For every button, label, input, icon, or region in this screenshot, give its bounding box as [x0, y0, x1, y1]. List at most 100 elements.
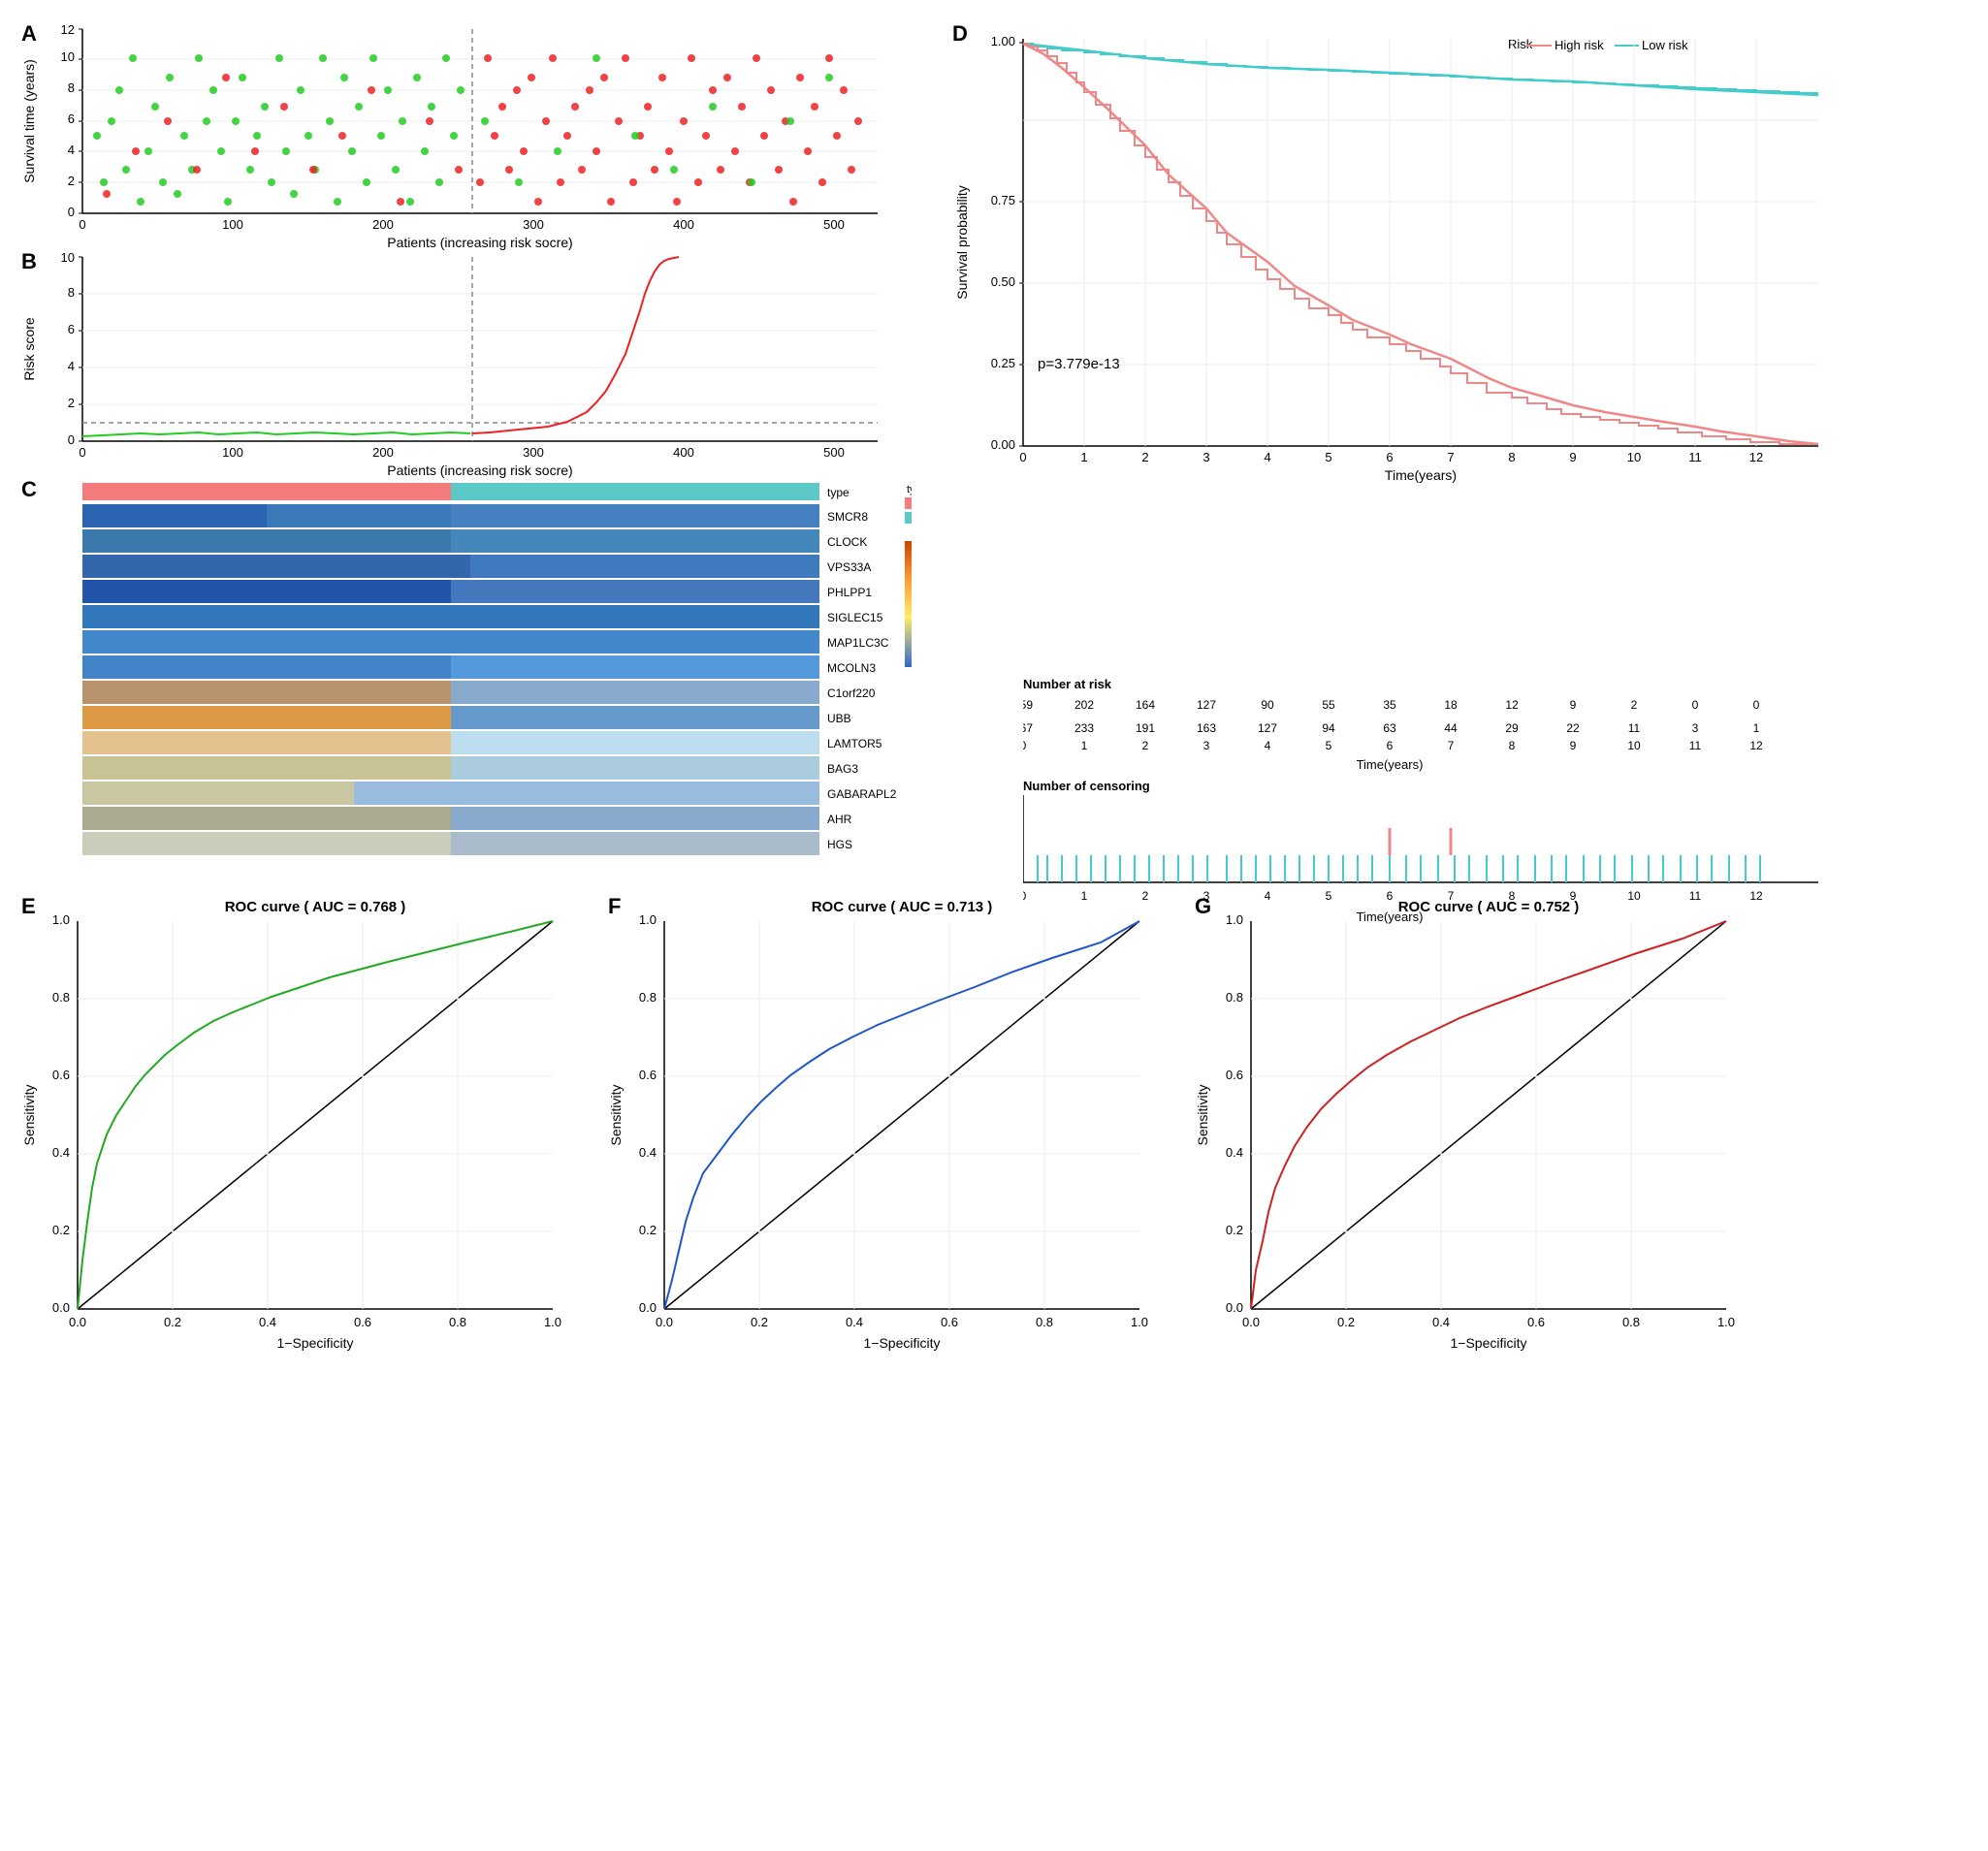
svg-text:0.2: 0.2 — [751, 1315, 768, 1329]
svg-text:94: 94 — [1322, 721, 1335, 735]
svg-text:8: 8 — [68, 285, 75, 300]
svg-text:10: 10 — [1627, 450, 1641, 464]
svg-text:Number of censoring: Number of censoring — [1023, 779, 1150, 793]
svg-text:7: 7 — [1448, 889, 1455, 903]
svg-text:9: 9 — [1570, 698, 1577, 712]
svg-text:0.2: 0.2 — [164, 1315, 181, 1329]
svg-text:400: 400 — [673, 217, 694, 232]
svg-text:2: 2 — [68, 396, 75, 410]
svg-text:4: 4 — [1265, 739, 1271, 752]
svg-text:0.4: 0.4 — [1226, 1145, 1243, 1160]
svg-text:0.4: 0.4 — [1432, 1315, 1450, 1329]
svg-text:8: 8 — [1509, 889, 1516, 903]
panel-d: D Risk High risk Low risk — [950, 19, 1872, 936]
svg-text:6: 6 — [68, 112, 75, 126]
svg-text:1.0: 1.0 — [639, 912, 657, 927]
panel-b-chart: 0 2 4 6 8 10 0 100 200 300 — [19, 247, 912, 480]
svg-text:500: 500 — [823, 217, 845, 232]
svg-text:202: 202 — [1074, 698, 1094, 712]
svg-text:127: 127 — [1197, 698, 1216, 712]
svg-text:0: 0 — [1692, 698, 1699, 712]
svg-text:MAP1LC3C: MAP1LC3C — [827, 636, 889, 650]
svg-text:200: 200 — [372, 445, 394, 460]
panel-c: C — [19, 475, 912, 882]
censoring-plot: Number of censoring 0 1 2 3 n.censor — [950, 776, 1872, 936]
svg-text:2: 2 — [1631, 698, 1638, 712]
svg-text:1−Specificity: 1−Specificity — [864, 1335, 941, 1351]
svg-text:0.0: 0.0 — [1226, 1300, 1243, 1315]
svg-text:0.4: 0.4 — [639, 1145, 657, 1160]
svg-text:0.8: 0.8 — [1226, 990, 1243, 1005]
svg-text:0.6: 0.6 — [1226, 1068, 1243, 1082]
svg-text:p=3.779e-13: p=3.779e-13 — [1038, 356, 1120, 372]
panel-d-label: D — [952, 21, 968, 47]
svg-text:200: 200 — [372, 217, 394, 232]
svg-text:4: 4 — [68, 143, 75, 157]
svg-text:Low risk: Low risk — [1642, 38, 1688, 52]
svg-text:0.4: 0.4 — [52, 1145, 70, 1160]
svg-text:0.8: 0.8 — [639, 990, 657, 1005]
svg-text:0.6: 0.6 — [354, 1315, 371, 1329]
svg-text:11: 11 — [1688, 450, 1702, 464]
panel-e-label: E — [21, 894, 36, 919]
svg-text:5: 5 — [1326, 889, 1332, 903]
risk-table: Number at risk 259 259 202 164 127 90 55… — [1023, 674, 1896, 776]
svg-text:4: 4 — [68, 359, 75, 373]
panel-a: A 0 2 4 6 8 — [19, 19, 912, 252]
svg-text:100: 100 — [222, 445, 243, 460]
svg-text:12: 12 — [1505, 698, 1519, 712]
svg-text:0.75: 0.75 — [991, 193, 1015, 207]
svg-text:3: 3 — [1203, 739, 1210, 752]
svg-text:Survival probability: Survival probability — [954, 185, 970, 300]
panel-d-km: Risk High risk Low risk — [950, 19, 1872, 679]
panel-f: F ROC curve ( AUC = 0.713 ) — [606, 892, 1188, 1357]
svg-text:300: 300 — [523, 445, 544, 460]
svg-text:5: 5 — [1325, 450, 1331, 464]
panel-c-label: C — [21, 477, 37, 502]
svg-text:Number at risk: Number at risk — [1023, 677, 1112, 691]
svg-text:6: 6 — [1387, 889, 1394, 903]
svg-text:1: 1 — [1080, 450, 1087, 464]
svg-text:C1orf220: C1orf220 — [827, 686, 876, 700]
svg-text:CLOCK: CLOCK — [827, 535, 867, 549]
svg-text:3: 3 — [1692, 721, 1699, 735]
svg-text:500: 500 — [823, 445, 845, 460]
svg-text:0: 0 — [79, 217, 85, 232]
svg-text:12: 12 — [1749, 450, 1763, 464]
svg-text:12: 12 — [61, 22, 75, 37]
svg-text:1: 1 — [1081, 739, 1088, 752]
svg-text:10: 10 — [61, 49, 75, 64]
panel-g-chart: ROC curve ( AUC = 0.752 ) — [1193, 892, 1775, 1357]
svg-text:2: 2 — [1142, 739, 1149, 752]
panel-f-chart: ROC curve ( AUC = 0.713 ) — [606, 892, 1188, 1357]
svg-text:0.8: 0.8 — [52, 990, 70, 1005]
panel-b: B 0 2 4 6 8 10 — [19, 247, 912, 480]
svg-text:GABARAPL2: GABARAPL2 — [827, 787, 897, 801]
svg-text:0.8: 0.8 — [1622, 1315, 1640, 1329]
svg-text:0.2: 0.2 — [1226, 1223, 1243, 1237]
svg-text:type: type — [827, 486, 850, 499]
svg-text:18: 18 — [1444, 698, 1458, 712]
svg-text:259: 259 — [1023, 698, 1033, 712]
svg-text:LAMTOR5: LAMTOR5 — [827, 737, 882, 750]
svg-text:400: 400 — [673, 445, 694, 460]
svg-text:8: 8 — [1508, 450, 1515, 464]
svg-text:6: 6 — [68, 322, 75, 336]
svg-text:type: type — [907, 484, 912, 495]
svg-text:3: 3 — [1202, 450, 1209, 464]
svg-text:SIGLEC15: SIGLEC15 — [827, 611, 883, 624]
svg-text:0: 0 — [1023, 889, 1027, 903]
svg-text:0.0: 0.0 — [1242, 1315, 1260, 1329]
svg-text:0.6: 0.6 — [941, 1315, 958, 1329]
svg-text:Survival time (years): Survival time (years) — [21, 59, 37, 183]
svg-text:0: 0 — [1019, 450, 1026, 464]
svg-text:6: 6 — [1386, 450, 1393, 464]
panel-b-label: B — [21, 249, 37, 274]
svg-text:VPS33A: VPS33A — [827, 560, 871, 574]
svg-text:0.00: 0.00 — [991, 437, 1015, 452]
svg-text:4: 4 — [1264, 450, 1270, 464]
svg-text:4: 4 — [1265, 889, 1271, 903]
svg-text:22: 22 — [1566, 721, 1580, 735]
svg-text:191: 191 — [1136, 721, 1155, 735]
svg-text:0.2: 0.2 — [639, 1223, 657, 1237]
